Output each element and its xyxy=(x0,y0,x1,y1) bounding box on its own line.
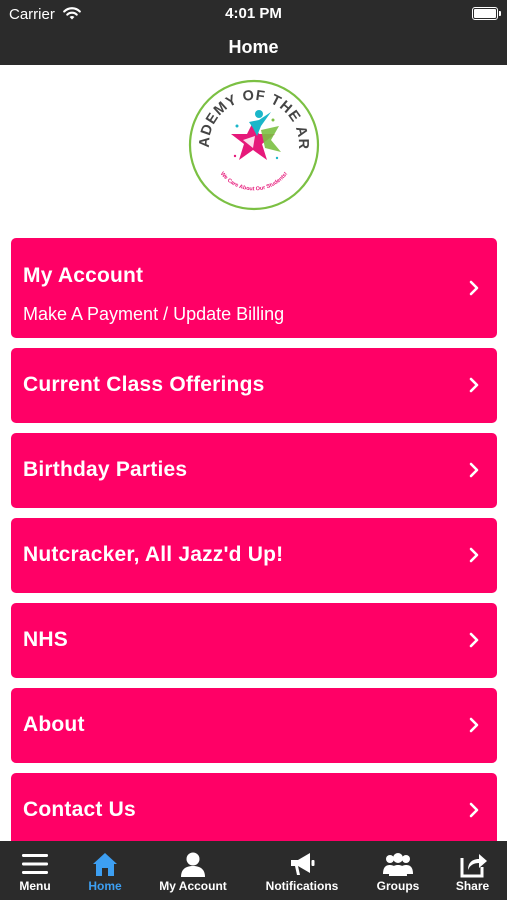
group-icon xyxy=(383,853,413,876)
status-bar: Carrier 4:01 PM xyxy=(0,0,507,30)
chevron-right-icon xyxy=(469,547,479,563)
tab-label: Home xyxy=(88,879,122,893)
logo-container: ACADEMY OF THE ARTS We Care About Our St… xyxy=(0,78,507,214)
menu-item-birthday-parties[interactable]: Birthday Parties xyxy=(11,433,497,508)
menu-item-title: Nutcracker, All Jazz'd Up! xyxy=(23,543,284,566)
chevron-right-icon xyxy=(469,280,479,296)
menu-item-title: Contact Us xyxy=(23,798,136,821)
tab-menu[interactable]: Menu xyxy=(0,841,70,900)
tab-notifications[interactable]: Notifications xyxy=(246,841,358,900)
share-icon xyxy=(460,854,487,878)
tab-label: Groups xyxy=(376,879,420,893)
tab-my-account[interactable]: My Account xyxy=(140,841,246,900)
menu-item-title: About xyxy=(23,713,85,736)
chevron-right-icon xyxy=(469,717,479,733)
menu-item-current-class-offerings[interactable]: Current Class Offerings xyxy=(11,348,497,423)
menu-item-my-account[interactable]: My Account Make A Payment / Update Billi… xyxy=(11,238,497,338)
tab-groups[interactable]: Groups xyxy=(358,841,438,900)
menu-item-nutcracker[interactable]: Nutcracker, All Jazz'd Up! xyxy=(11,518,497,593)
academy-logo: ACADEMY OF THE ARTS We Care About Our St… xyxy=(187,78,319,211)
menu-item-contact-us[interactable]: Contact Us xyxy=(11,773,497,848)
tab-home[interactable]: Home xyxy=(70,841,140,900)
menu-item-title: Birthday Parties xyxy=(23,458,188,481)
user-icon xyxy=(181,852,205,877)
tab-bar: Menu Home My Account Notifications Group… xyxy=(0,841,507,900)
tab-share[interactable]: Share xyxy=(438,841,507,900)
battery-icon xyxy=(472,7,501,20)
tab-label: My Account xyxy=(159,879,227,893)
navigation-bar: Home xyxy=(0,30,507,65)
menu-item-nhs[interactable]: NHS xyxy=(11,603,497,678)
menu-item-subtitle: Make A Payment / Update Billing xyxy=(23,304,285,324)
menu-icon xyxy=(22,854,48,874)
menu-item-title: NHS xyxy=(23,628,68,651)
megaphone-icon xyxy=(291,853,315,875)
tab-label: Menu xyxy=(19,879,51,893)
chevron-right-icon xyxy=(469,802,479,818)
chevron-right-icon xyxy=(469,377,479,393)
chevron-right-icon xyxy=(469,632,479,648)
page-title: Home xyxy=(228,37,279,57)
status-time: 4:01 PM xyxy=(225,5,282,22)
chevron-right-icon xyxy=(469,462,479,478)
menu-item-title: Current Class Offerings xyxy=(23,373,265,396)
home-icon xyxy=(93,853,117,876)
tab-label: Notifications xyxy=(265,879,339,893)
tab-label: Share xyxy=(455,879,490,893)
menu-list: My Account Make A Payment / Update Billi… xyxy=(11,238,497,858)
menu-item-about[interactable]: About xyxy=(11,688,497,763)
menu-item-title: My Account xyxy=(23,264,144,287)
